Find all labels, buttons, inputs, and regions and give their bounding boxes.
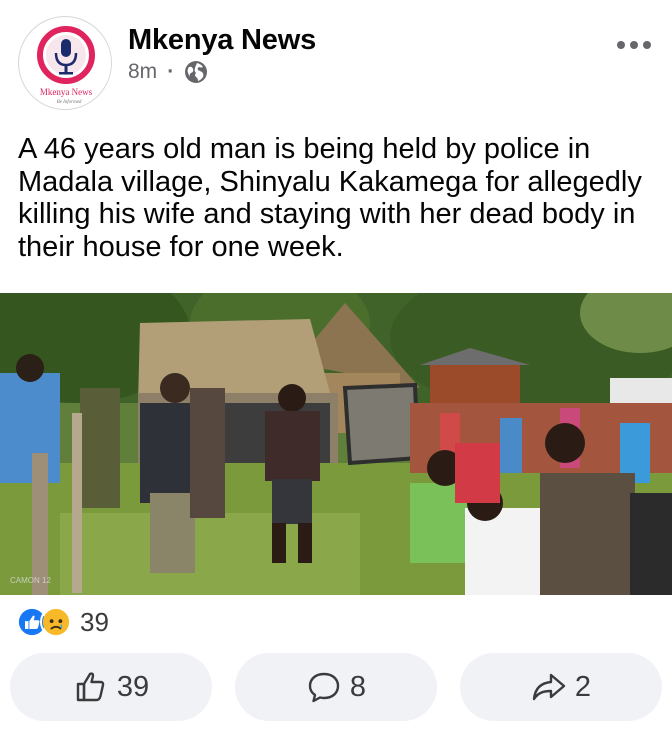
comment-count: 8 xyxy=(349,670,367,703)
share-button[interactable]: 2 xyxy=(460,653,662,721)
post-header: Mkenya News Be Informed Mkenya News 8m · xyxy=(0,0,672,120)
post-meta: 8m · xyxy=(128,60,208,84)
sad-reaction-icon xyxy=(40,606,72,638)
share-count: 2 xyxy=(574,670,592,703)
page-name[interactable]: Mkenya News xyxy=(128,24,316,57)
like-button[interactable]: 39 xyxy=(10,653,212,721)
reaction-count[interactable]: 39 xyxy=(80,607,109,638)
comment-button[interactable]: 8 xyxy=(235,653,437,721)
post-time[interactable]: 8m xyxy=(128,60,157,84)
share-arrow-icon xyxy=(532,673,566,701)
post-photo[interactable]: CAMON 12 xyxy=(0,293,672,595)
photo-watermark: CAMON 12 xyxy=(10,576,51,585)
more-horizontal-icon[interactable] xyxy=(612,30,656,60)
mkenya-news-logo: Mkenya News Be Informed xyxy=(20,18,111,109)
page-avatar[interactable]: Mkenya News Be Informed xyxy=(18,16,112,110)
like-count: 39 xyxy=(116,670,150,703)
reactions-summary[interactable]: 39 xyxy=(16,604,109,640)
meta-separator: · xyxy=(167,60,175,83)
comment-icon xyxy=(308,672,340,703)
globe-icon[interactable] xyxy=(184,60,208,84)
logo-text: Mkenya News xyxy=(40,87,93,97)
logo-subtext: Be Informed xyxy=(57,100,82,105)
post-text: A 46 years old man is being held by poli… xyxy=(18,133,642,263)
thumbs-up-icon xyxy=(76,672,105,702)
post-actions: 39 8 2 xyxy=(10,653,662,721)
